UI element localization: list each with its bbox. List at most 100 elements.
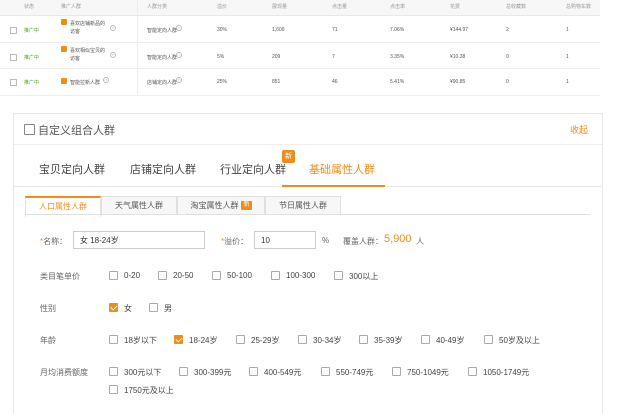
tab-shop-audience[interactable]: 店铺定向人群: [130, 161, 196, 177]
price-option[interactable]: 0-20: [124, 271, 140, 280]
premium-value: 25%: [217, 79, 228, 85]
audience-name-line2[interactable]: 访客: [70, 28, 80, 35]
audience-name[interactable]: 喜欢相似宝贝的: [70, 47, 105, 54]
checkbox[interactable]: [236, 335, 245, 344]
age-option[interactable]: 18-24岁: [189, 335, 217, 346]
fav-value: 2: [506, 27, 509, 33]
premium-input[interactable]: 10: [254, 231, 316, 249]
cart-value: 1: [566, 27, 569, 33]
category-text: 智能定向人群: [147, 55, 178, 61]
category-text: 智能定向人群: [147, 28, 178, 34]
table-row[interactable]: 推广中 喜欢店铺新品的 访客 ? 智能定向人群 ? 30% 1,609 71 7…: [0, 16, 600, 43]
audience-name[interactable]: 喜欢店铺新品的: [70, 20, 105, 27]
audience-icon: [61, 46, 67, 52]
checkbox[interactable]: [271, 271, 280, 280]
checkbox[interactable]: [109, 271, 118, 280]
tab-item-audience[interactable]: 宝贝定向人群: [39, 161, 105, 177]
gender-option[interactable]: 男: [164, 303, 172, 314]
row-checkbox[interactable]: [10, 27, 17, 34]
cost-value: ¥10.38: [450, 54, 466, 60]
age-option[interactable]: 25-29岁: [251, 335, 279, 346]
clicks-value: 71: [332, 27, 338, 33]
age-option[interactable]: 40-49岁: [436, 335, 464, 346]
checkbox[interactable]: [359, 335, 368, 344]
status-text: 推广中: [24, 55, 40, 61]
spend-option[interactable]: 1050-1749元: [483, 367, 529, 378]
name-input[interactable]: 女 18-24岁: [73, 231, 205, 249]
subtab-holiday[interactable]: 节日属性人群: [265, 196, 341, 215]
tab-industry-audience[interactable]: 行业定向人群: [220, 161, 286, 177]
cart-value: 1: [566, 79, 569, 85]
checkbox[interactable]: [392, 367, 401, 376]
price-option[interactable]: 300以上: [349, 271, 378, 282]
price-option[interactable]: 50-100: [227, 271, 252, 280]
fav-value: 0: [506, 79, 509, 85]
spend-option[interactable]: 300元以下: [124, 367, 161, 378]
checkbox[interactable]: [109, 385, 118, 394]
table-row[interactable]: 推广中 喜欢相似宝贝的 访客 ? 智能定向人群 ? 5% 209 7 3.35%…: [0, 43, 600, 69]
age-option[interactable]: 18岁以下: [124, 335, 157, 346]
checkbox[interactable]: [468, 367, 477, 376]
audience-icon: [61, 19, 67, 25]
status-text: 推广中: [24, 80, 40, 86]
category-text: 店铺定向人群: [147, 80, 178, 86]
checkbox[interactable]: [109, 335, 118, 344]
spend-option[interactable]: 750-1049元: [407, 367, 449, 378]
ctr-value: 5.41%: [390, 79, 405, 85]
checkbox[interactable]: [321, 367, 330, 376]
checkbox[interactable]: [249, 367, 258, 376]
subtab-weather[interactable]: 天气属性人群: [101, 196, 177, 215]
audience-name[interactable]: 智能拉新人群: [70, 79, 100, 86]
age-option[interactable]: 30-34岁: [313, 335, 341, 346]
help-icon[interactable]: ?: [174, 77, 182, 83]
audience-icon: [61, 78, 67, 84]
spend-option[interactable]: 400-549元: [264, 367, 301, 378]
col-ctr: 点击率: [390, 4, 406, 10]
premium-unit: %: [322, 236, 330, 245]
checkbox[interactable]: [149, 303, 158, 312]
tab-basic-attribute-audience[interactable]: 基础属性人群: [309, 161, 375, 177]
help-icon[interactable]: ?: [108, 52, 116, 58]
spend-option[interactable]: 1750元及以上: [124, 385, 174, 396]
checkbox[interactable]: [158, 271, 167, 280]
checkbox[interactable]: [298, 335, 307, 344]
checkbox[interactable]: [334, 271, 343, 280]
col-status: 状态: [24, 4, 35, 10]
cart-value: 1: [566, 54, 569, 60]
panel-header: 自定义组合人群 收起: [14, 114, 602, 145]
help-icon[interactable]: ?: [174, 52, 182, 58]
audience-name-line2[interactable]: 访客: [70, 55, 80, 62]
help-icon[interactable]: ?: [174, 25, 182, 31]
spend-option[interactable]: 550-749元: [336, 367, 373, 378]
checkbox[interactable]: [212, 271, 221, 280]
age-option[interactable]: 50岁及以上: [499, 335, 540, 346]
col-clicks: 点击量: [332, 4, 348, 10]
age-option[interactable]: 35-39岁: [374, 335, 402, 346]
coverage-unit: 人: [416, 237, 424, 246]
row-checkbox[interactable]: [10, 54, 17, 61]
spend-group-label: 月均消费额度: [40, 368, 88, 377]
collapse-link[interactable]: 收起: [570, 123, 588, 136]
price-option[interactable]: 20-50: [173, 271, 193, 280]
table-row[interactable]: 推广中 智能拉新人群 ? 店铺定向人群 ? 25% 851 46 5.41% ¥…: [0, 69, 600, 96]
checkbox[interactable]: [109, 367, 118, 376]
checkbox-checked[interactable]: [109, 303, 118, 312]
row-checkbox[interactable]: [10, 79, 17, 86]
checkbox[interactable]: [421, 335, 430, 344]
cost-value: ¥90.85: [450, 79, 466, 85]
coverage-label: 覆盖人群：: [343, 237, 383, 246]
checkbox[interactable]: [484, 335, 493, 344]
spend-option[interactable]: 300-399元: [194, 367, 231, 378]
coverage-value: 5,900: [384, 233, 412, 245]
price-option[interactable]: 100-300: [286, 271, 315, 280]
help-icon[interactable]: ?: [101, 77, 109, 83]
checkbox-checked[interactable]: [174, 335, 183, 344]
subtab-taobao[interactable]: 淘宝属性人群新: [177, 196, 265, 215]
impressions-value: 209: [272, 54, 281, 60]
gender-option[interactable]: 女: [124, 303, 132, 314]
age-group-label: 年龄: [40, 336, 56, 345]
checkbox[interactable]: [179, 367, 188, 376]
help-icon[interactable]: ?: [108, 25, 116, 31]
col-cost: 花费: [450, 4, 461, 10]
new-badge: 新: [282, 150, 295, 163]
